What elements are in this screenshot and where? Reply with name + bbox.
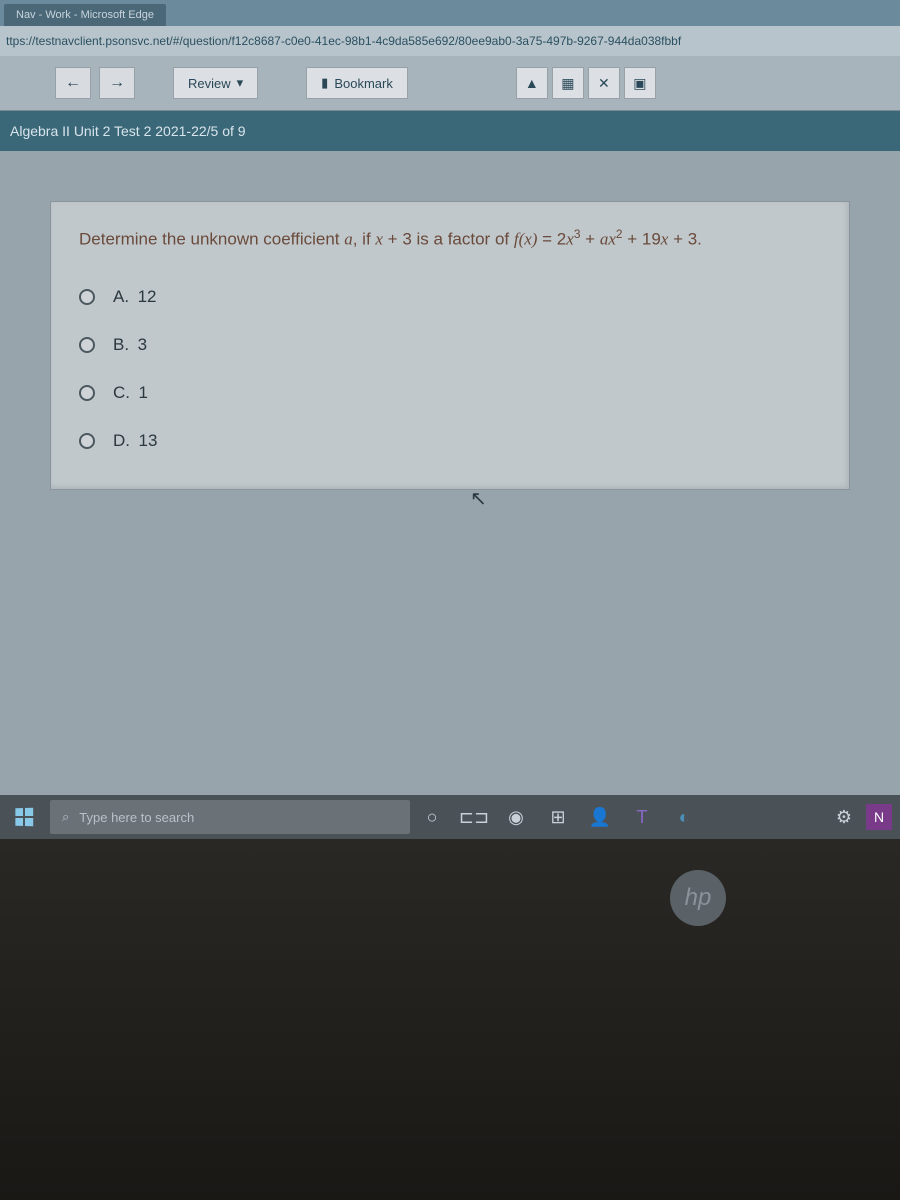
teams-icon: T bbox=[637, 807, 648, 828]
option-d[interactable]: D. 13 bbox=[79, 417, 821, 465]
option-value: 13 bbox=[139, 431, 158, 450]
radio-c[interactable] bbox=[79, 385, 95, 401]
cortana-button[interactable]: ○ bbox=[412, 795, 452, 839]
settings-button[interactable]: ⚙ bbox=[824, 795, 864, 839]
url-text: ttps://testnavclient.psonsvc.net/#/quest… bbox=[6, 34, 681, 48]
option-value: 3 bbox=[138, 335, 147, 354]
radio-d[interactable] bbox=[79, 433, 95, 449]
taskbar-search[interactable]: ⌕ Type here to search bbox=[50, 800, 410, 834]
close-icon: ✕ bbox=[598, 75, 610, 92]
chevron-down-icon: ▾ bbox=[237, 75, 244, 91]
grid-tool-button[interactable]: ▦ bbox=[552, 67, 584, 99]
option-b[interactable]: B. 3 bbox=[79, 321, 821, 369]
bookmark-icon: ▮ bbox=[321, 75, 328, 91]
pointer-icon: ▲ bbox=[525, 75, 539, 91]
forward-button[interactable]: → bbox=[99, 67, 135, 99]
breadcrumb: Algebra II Unit 2 Test 2 2021-22 / 5 of … bbox=[0, 111, 900, 151]
windows-taskbar: ⌕ Type here to search ○ ⊏⊐ ◉ ⊞ 👤 T ◐ ⚙ N bbox=[0, 795, 900, 839]
arrow-left-icon: ← bbox=[65, 74, 81, 92]
pointer-tool-button[interactable]: ▲ bbox=[516, 67, 548, 99]
question-text: Determine the unknown coefficient a, if … bbox=[79, 226, 821, 251]
option-value: 1 bbox=[139, 383, 148, 402]
people-button[interactable]: 👤 bbox=[580, 795, 620, 839]
radio-a[interactable] bbox=[79, 289, 95, 305]
option-a[interactable]: A. 12 bbox=[79, 273, 821, 321]
onenote-icon: N bbox=[874, 809, 884, 825]
option-value: 12 bbox=[138, 287, 157, 306]
close-tool-button[interactable]: ✕ bbox=[588, 67, 620, 99]
start-button[interactable] bbox=[0, 795, 48, 839]
hp-logo: hp bbox=[670, 870, 726, 926]
gear-icon: ⚙ bbox=[836, 807, 852, 828]
edge2-button[interactable]: ◐ bbox=[664, 795, 704, 839]
people-icon: 👤 bbox=[589, 807, 611, 828]
edge-button[interactable]: ◉ bbox=[496, 795, 536, 839]
edge-icon: ◉ bbox=[508, 807, 524, 828]
note-tool-button[interactable]: ▣ bbox=[624, 67, 656, 99]
option-letter: B. bbox=[113, 335, 129, 354]
app-toolbar: ← → Review ▾ ▮ Bookmark ▲ ▦ ✕ ▣ bbox=[0, 56, 900, 111]
option-c[interactable]: C. 1 bbox=[79, 369, 821, 417]
question-card: Determine the unknown coefficient a, if … bbox=[50, 201, 850, 490]
taskview-icon: ⊏⊐ bbox=[459, 807, 489, 828]
store-button[interactable]: ⊞ bbox=[538, 795, 578, 839]
store-icon: ⊞ bbox=[550, 807, 565, 828]
option-letter: D. bbox=[113, 431, 130, 450]
arrow-right-icon: → bbox=[109, 74, 125, 92]
cortana-icon: ○ bbox=[427, 807, 438, 828]
bookmark-label: Bookmark bbox=[334, 76, 393, 91]
onenote-button[interactable]: N bbox=[866, 804, 892, 830]
back-button[interactable]: ← bbox=[55, 67, 91, 99]
search-placeholder: Type here to search bbox=[79, 810, 194, 825]
hp-logo-text: hp bbox=[685, 884, 712, 912]
search-icon: ⌕ bbox=[62, 809, 69, 825]
url-bar[interactable]: ttps://testnavclient.psonsvc.net/#/quest… bbox=[0, 26, 900, 56]
radio-b[interactable] bbox=[79, 337, 95, 353]
note-icon: ▣ bbox=[633, 75, 646, 92]
review-button[interactable]: Review ▾ bbox=[173, 67, 258, 99]
content-area: Determine the unknown coefficient a, if … bbox=[0, 151, 900, 805]
tab-title: Nav - Work - Microsoft Edge bbox=[16, 9, 154, 21]
taskview-button[interactable]: ⊏⊐ bbox=[454, 795, 494, 839]
browser-tab-bar: Nav - Work - Microsoft Edge bbox=[0, 0, 900, 26]
teams-button[interactable]: T bbox=[622, 795, 662, 839]
browser-tab[interactable]: Nav - Work - Microsoft Edge bbox=[4, 4, 166, 26]
edge2-icon: ◐ bbox=[679, 807, 690, 828]
question-progress: 5 of 9 bbox=[211, 123, 246, 139]
review-label: Review bbox=[188, 76, 231, 91]
windows-logo-icon bbox=[15, 808, 33, 827]
grid-icon: ▦ bbox=[561, 75, 574, 92]
bookmark-button[interactable]: ▮ Bookmark bbox=[306, 67, 408, 99]
option-letter: C. bbox=[113, 383, 130, 402]
option-letter: A. bbox=[113, 287, 129, 306]
test-name: Algebra II Unit 2 Test 2 2021-22 bbox=[10, 123, 207, 139]
